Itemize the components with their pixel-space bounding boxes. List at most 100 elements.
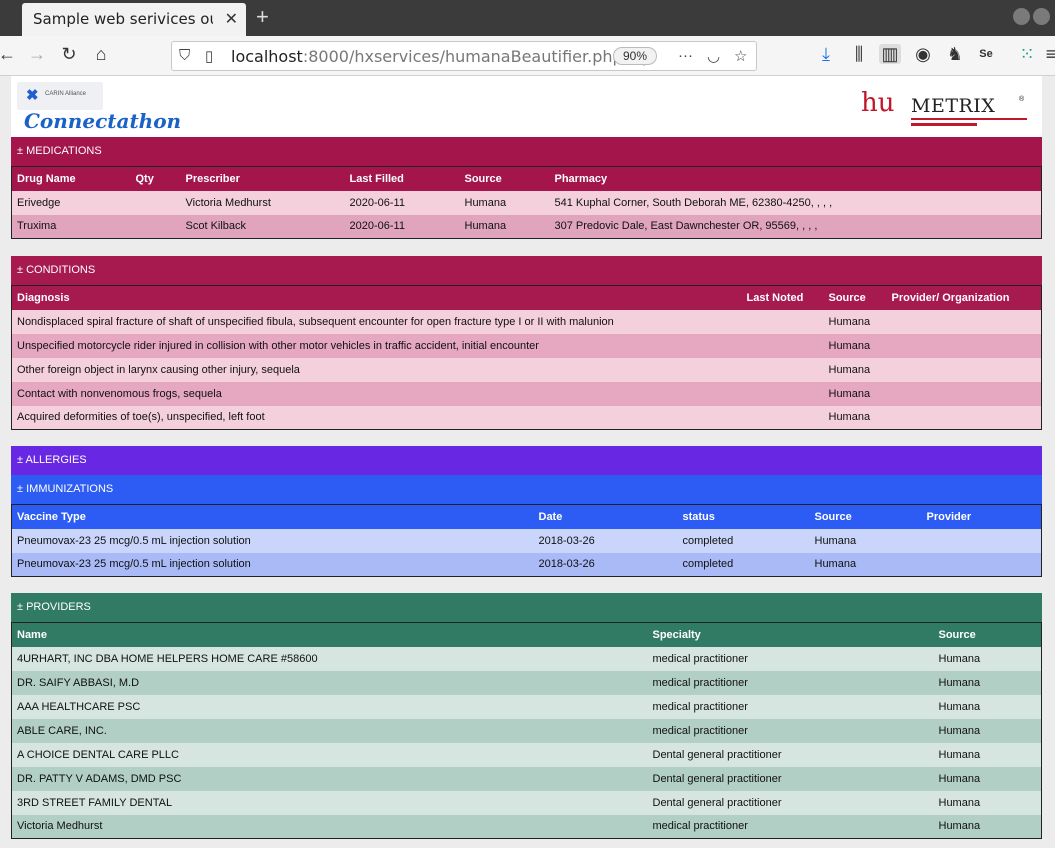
reload-icon[interactable]: ↻ [58,44,80,64]
immunization-column-header: Date [533,504,678,529]
providers-toggle[interactable]: ± PROVIDERS [11,593,1042,622]
allergies-toggle[interactable]: ± ALLERGIES [11,446,1042,475]
conditions-toggle[interactable]: ± CONDITIONS [11,256,1042,285]
immunizations-table: Vaccine Type Date status Source Provider Pne… [11,504,1042,577]
logo-registered: ® [1019,96,1025,103]
immunization-column-header: Vaccine Type [11,504,534,529]
carin-logo: ✖ CARIN Alliance [17,82,103,110]
close-tab-icon[interactable]: ✕ [225,9,238,29]
condition-column-header: Provider/ Organization [886,285,1042,310]
url-text[interactable]: localhost:8000/hxservices/humanaBeautifi… [231,47,656,66]
conditions-section: ± CONDITIONS Diagnosis Last Noted Source Pr… [11,256,1042,430]
home-icon[interactable]: ⌂ [90,44,112,64]
medication-column-header: Last Filled [344,166,460,191]
condition-cell: Humana [823,357,887,382]
connectathon-title: Connectathon [24,109,182,133]
provider-row: 4URHART, INC DBA HOME HELPERS HOME CARE … [11,646,1042,671]
provider-cell: 4URHART, INC DBA HOME HELPERS HOME CARE … [11,646,648,671]
downloads-icon[interactable]: ⤓ [815,44,837,64]
immunization-cell: completed [677,528,810,553]
immunization-cell: 2018-03-26 [533,528,678,553]
condition-row: Contact with nonvenomous frogs, sequela H… [11,381,1042,406]
condition-column-header: Source [823,285,887,310]
new-tab-icon[interactable]: + [256,4,269,30]
condition-cell: Nondisplaced spiral fracture of shaft of… [11,309,742,334]
minimize-window-icon[interactable] [1013,8,1030,25]
maximize-window-icon[interactable] [1033,8,1050,25]
provider-cell: Humana [933,766,1042,791]
condition-row: Nondisplaced spiral fracture of shaft of… [11,309,1042,334]
conditions-table: Diagnosis Last Noted Source Provider/ Organ… [11,285,1042,430]
provider-cell: Humana [933,814,1042,839]
pocket-icon[interactable]: ◡ [707,47,720,65]
immunization-row: Pneumovax-23 25 mcg/0.5 mL injection sol… [11,552,1042,577]
humetrix-logo: hu METRIX ® [861,88,1031,130]
medication-cell: Humana [459,214,550,239]
tab-bar: Sample web serivices output ✕ + [0,0,1055,36]
zoom-level[interactable]: 90% [613,47,657,65]
logo-metrix: METRIX [911,95,996,117]
forward-icon[interactable]: → [26,44,48,64]
provider-cell: DR. SAIFY ABBASI, M.D [11,670,648,695]
shield-icon[interactable]: ⛉ [179,47,190,64]
condition-column-header: Last Noted [741,285,824,310]
medication-cell: 2020-06-11 [344,190,460,215]
tab-title: Sample web serivices output [33,10,213,28]
medication-column-header: Source [459,166,550,191]
immunization-cell [921,528,1042,553]
medications-table: Drug Name Qty Prescriber Last Filled Source P… [11,166,1042,239]
immunization-column-header: status [677,504,810,529]
condition-cell [741,309,824,334]
selenium-icon[interactable]: Se [975,44,997,64]
condition-cell: Humana [823,309,887,334]
medication-row: Truxima Scot Kilback 2020-06-11 Humana 307 P… [11,214,1042,239]
immunization-column-header: Provider [921,504,1042,529]
more-actions-icon[interactable]: ··· [678,47,693,64]
medications-toggle[interactable]: ± MEDICATIONS [11,137,1042,166]
medication-cell: 541 Kuphal Corner, South Deborah ME, 623… [549,190,1042,215]
provider-cell: Humana [933,646,1042,671]
logo-underline [911,118,1027,120]
provider-row: DR. PATTY V ADAMS, DMD PSC Dental general… [11,766,1042,791]
bookmark-star-icon[interactable]: ☆ [734,47,747,65]
extension-icon[interactable]: ♞ [944,44,966,64]
provider-cell: Humana [933,694,1042,719]
library-icon[interactable]: ⫼ [848,44,870,64]
extensions-icon[interactable]: ⁙ [1016,44,1038,64]
immunization-cell [921,552,1042,577]
provider-row: DR. SAIFY ABBASI, M.D medical practitione… [11,670,1042,695]
medication-column-header: Prescriber [180,166,345,191]
condition-cell [741,405,824,430]
sidebar-icon[interactable]: ▥ [879,44,901,64]
condition-cell [741,333,824,358]
back-icon[interactable]: ← [0,44,18,64]
provider-cell: Victoria Medhurst [11,814,648,839]
condition-cell [886,357,1042,382]
immunization-cell: 2018-03-26 [533,552,678,577]
immunization-cell: completed [677,552,810,577]
immunization-cell: Humana [809,528,922,553]
provider-cell: ABLE CARE, INC. [11,718,648,743]
provider-cell: Humana [933,670,1042,695]
browser-tab[interactable]: Sample web serivices output ✕ [22,3,246,36]
account-icon[interactable]: ◉ [912,44,934,64]
menu-icon[interactable]: ≡ [1040,44,1055,64]
medication-cell [130,214,181,239]
condition-cell: Acquired deformities of toe(s), unspecif… [11,405,742,430]
provider-cell: Humana [933,790,1042,815]
provider-column-header: Source [933,622,1042,647]
condition-cell [886,381,1042,406]
provider-cell: A CHOICE DENTAL CARE PLLC [11,742,648,767]
nav-toolbar: ← → ↻ ⌂ ⛉ ▯ localhost:8000/hxservices/hu… [0,36,1055,76]
condition-column-header: Diagnosis [11,285,742,310]
provider-row: A CHOICE DENTAL CARE PLLC Dental general … [11,742,1042,767]
provider-cell: DR. PATTY V ADAMS, DMD PSC [11,766,648,791]
condition-row: Other foreign object in larynx causing o… [11,357,1042,382]
provider-cell: Dental general practitioner [647,742,934,767]
url-bar[interactable]: ⛉ ▯ localhost:8000/hxservices/humanaBeau… [171,41,757,71]
immunizations-toggle[interactable]: ± IMMUNIZATIONS [11,475,1042,504]
condition-cell [741,381,824,406]
carin-x-icon: ✖ [26,87,39,104]
immunization-column-header: Source [809,504,922,529]
condition-cell: Unspecified motorcycle rider injured in … [11,333,742,358]
